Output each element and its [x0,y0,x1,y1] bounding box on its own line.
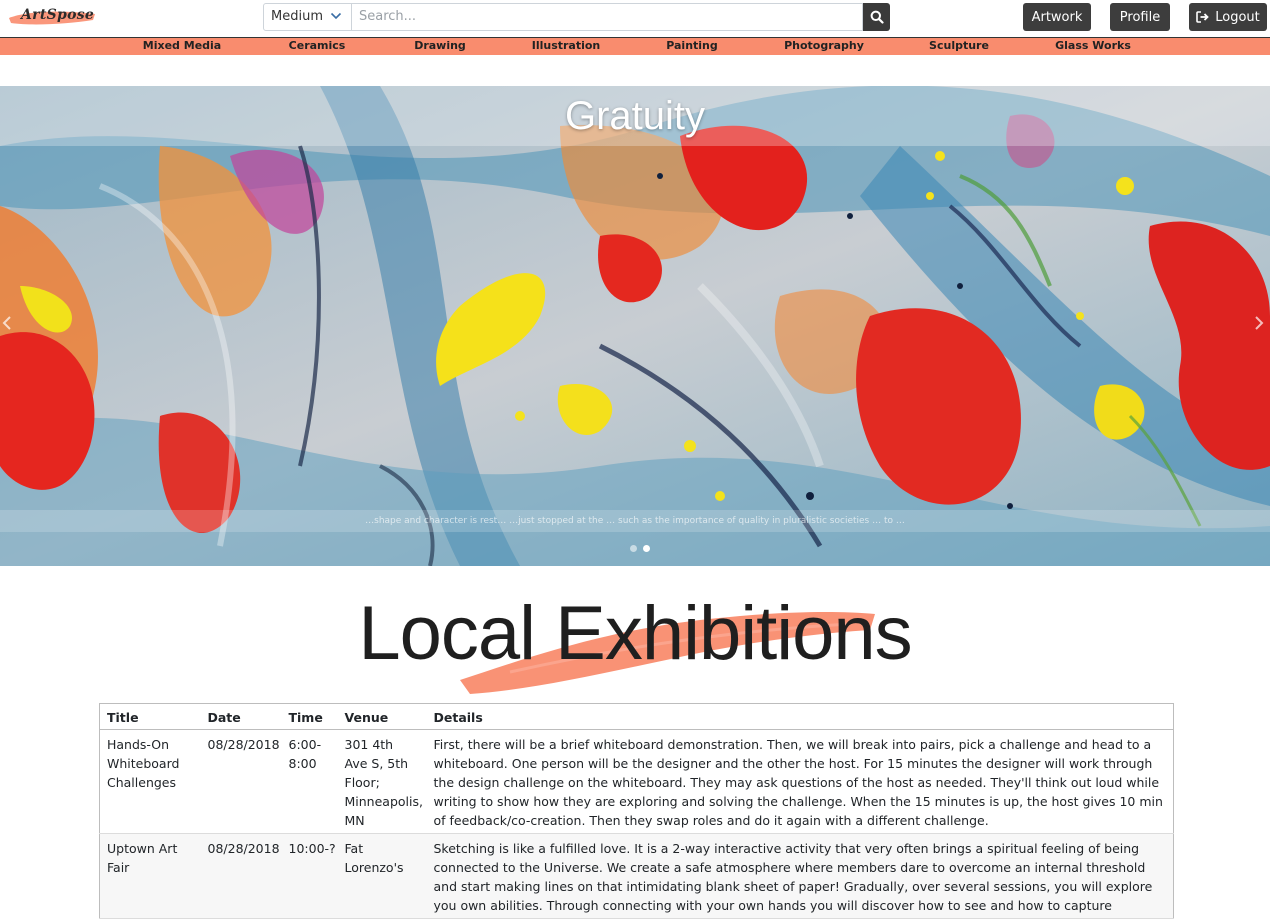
table-header-row: Title Date Time Venue Details [99,703,1174,730]
chevron-down-icon [330,12,342,20]
exhibitions-title: Local Exhibitions [358,591,912,676]
category-mixed-media[interactable]: Mixed Media [143,39,221,52]
profile-button[interactable]: Profile [1110,3,1170,31]
cell-date: 08/28/2018 [200,833,282,919]
cell-venue: 301 4th Ave S, 5th Floor; Minneapolis, M… [337,729,427,834]
exhibitions-heading: Local Exhibitions [300,590,970,700]
site-logo[interactable]: ArtSpose [7,4,97,28]
category-ceramics[interactable]: Ceramics [289,39,346,52]
cell-venue: Fat Lorenzo's [337,833,427,919]
top-header: ArtSpose Medium Search... Artwork Profil… [0,0,1270,37]
search-input[interactable]: Search... [352,3,863,31]
artwork-button[interactable]: Artwork [1023,3,1091,31]
column-header-date: Date [200,703,282,730]
exhibitions-table: Title Date Time Venue Details Hands-On W… [99,703,1174,919]
carousel-next-button[interactable] [1254,316,1268,338]
category-sculpture[interactable]: Sculpture [929,39,989,52]
cell-title: Hands-On Whiteboard Challenges [99,729,201,834]
search-placeholder: Search... [359,9,417,24]
carousel-indicator-dot[interactable] [630,545,637,552]
carousel-indicator-dot-active[interactable] [643,545,650,552]
carousel-indicators [630,545,650,552]
column-header-details: Details [426,703,1174,730]
logout-icon [1196,11,1210,23]
category-nav: Mixed Media Ceramics Drawing Illustratio… [0,37,1270,55]
search-button[interactable] [863,3,890,31]
cell-date: 08/28/2018 [200,729,282,834]
medium-select[interactable]: Medium [263,3,352,31]
category-illustration[interactable]: Illustration [532,39,601,52]
cell-details: Sketching is like a fulfilled love. It i… [426,833,1174,919]
search-icon [870,10,884,24]
carousel-prev-button[interactable] [2,316,16,338]
chevron-left-icon [2,316,11,330]
logo-text: ArtSpose [21,7,95,23]
cell-time: 6:00-8:00 [281,729,338,834]
column-header-time: Time [281,703,338,730]
category-drawing[interactable]: Drawing [414,39,466,52]
logout-button[interactable]: Logout [1189,3,1267,31]
medium-select-label: Medium [271,9,323,24]
search-group: Medium Search... [263,3,890,31]
category-painting[interactable]: Painting [666,39,718,52]
table-row: Uptown Art Fair 08/28/2018 10:00-? Fat L… [99,833,1174,919]
column-header-title: Title [99,703,201,730]
hero-title: Gratuity [564,94,706,138]
cell-details: First, there will be a brief whiteboard … [426,729,1174,834]
hero-carousel: Gratuity …shape and character is rest… …… [0,86,1270,566]
cell-time: 10:00-? [281,833,338,919]
chevron-right-icon [1255,316,1264,330]
category-photography[interactable]: Photography [784,39,864,52]
hero-painting-image [0,86,1270,566]
category-glass-works[interactable]: Glass Works [1055,39,1131,52]
table-row: Hands-On Whiteboard Challenges 08/28/201… [99,729,1174,834]
column-header-venue: Venue [337,703,427,730]
cell-title: Uptown Art Fair [99,833,201,919]
hero-caption: …shape and character is rest… …just stop… [0,510,1270,532]
logout-label: Logout [1215,9,1260,25]
